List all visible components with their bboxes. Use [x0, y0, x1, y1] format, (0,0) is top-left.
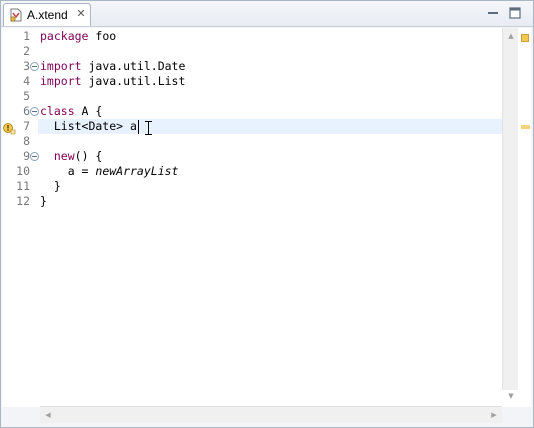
scroll-right-icon[interactable]: ▶ [486, 411, 502, 419]
line-number: 7 [23, 119, 30, 133]
line-number: 10 [16, 164, 30, 178]
line-number: 4 [23, 74, 30, 88]
code-token: } [40, 194, 47, 208]
text-caret [138, 120, 139, 134]
code-token: a = [40, 164, 96, 178]
tab-a-xtend[interactable]: A.xtend ✕ [3, 3, 91, 26]
code-area[interactable]: package foo import java.util.Date import j… [40, 28, 502, 407]
overview-summary-marker[interactable] [521, 34, 529, 42]
code-token: newArrayList [95, 164, 179, 178]
code-line[interactable]: class A { [40, 104, 502, 119]
line-number: 3 [23, 59, 30, 73]
line-number: 5 [23, 89, 30, 103]
keyword-token: class [40, 104, 75, 118]
code-token: } [40, 179, 61, 193]
code-line[interactable] [40, 134, 502, 149]
fold-toggle-icon[interactable] [30, 62, 39, 71]
fold-toggle-icon[interactable] [30, 107, 39, 116]
keyword-token: import [40, 59, 82, 73]
code-editor[interactable]: 1 2 3 4 5 6 7 8 9 10 11 12 package foo import java.u… [2, 28, 531, 423]
minimize-icon[interactable] [486, 6, 500, 20]
fold-toggle-icon[interactable] [30, 152, 39, 161]
code-line[interactable] [40, 89, 502, 104]
code-line[interactable]: a = newArrayList [40, 164, 502, 179]
tab-bar: A.xtend ✕ [1, 1, 533, 27]
scroll-down-icon[interactable]: ▼ [503, 392, 519, 400]
code-line[interactable] [40, 44, 502, 59]
tab-label: A.xtend [27, 8, 68, 22]
code-line[interactable]: package foo [40, 29, 502, 44]
code-token: java.util.List [81, 74, 186, 88]
vertical-scrollbar[interactable]: ▲ ▼ [502, 28, 519, 400]
code-line[interactable]: } [40, 194, 502, 209]
line-number: 1 [23, 29, 30, 43]
scroll-up-icon[interactable]: ▲ [503, 32, 519, 40]
code-token: () { [74, 149, 103, 163]
xtend-file-icon [10, 8, 22, 22]
maximize-icon[interactable] [508, 6, 522, 20]
scroll-left-icon[interactable]: ◀ [40, 411, 56, 419]
line-number: 12 [16, 194, 30, 208]
keyword-token: package [40, 29, 89, 43]
keyword-token: import [40, 74, 82, 88]
code-token: java.util.Date [81, 59, 186, 73]
overview-warning-marker[interactable] [521, 125, 530, 129]
line-number: 9 [23, 149, 30, 163]
line-number: 8 [23, 134, 30, 148]
editor-window: A.xtend ✕ 1 2 3 4 5 6 7 8 9 10 11 12 package foo imp… [0, 0, 534, 428]
code-token: A { [74, 104, 103, 118]
overview-ruler[interactable] [518, 28, 531, 390]
code-token: List<Date> a [40, 119, 137, 133]
line-number-gutter: 1 2 3 4 5 6 7 8 9 10 11 12 [16, 28, 54, 407]
code-token: foo [88, 29, 117, 43]
horizontal-scrollbar[interactable]: ◀ ▶ [40, 406, 502, 423]
code-line[interactable]: import java.util.List [40, 74, 502, 89]
code-line[interactable]: import java.util.Date [40, 59, 502, 74]
line-number: 11 [16, 179, 30, 193]
code-line[interactable]: List<Date> a [40, 119, 502, 134]
code-line[interactable]: } [40, 179, 502, 194]
close-icon[interactable]: ✕ [75, 8, 87, 20]
keyword-token: new [53, 149, 75, 163]
line-number: 2 [23, 44, 30, 58]
text-cursor-icon [145, 120, 152, 135]
line-number: 6 [23, 104, 30, 118]
code-line[interactable]: new() { [40, 149, 502, 164]
